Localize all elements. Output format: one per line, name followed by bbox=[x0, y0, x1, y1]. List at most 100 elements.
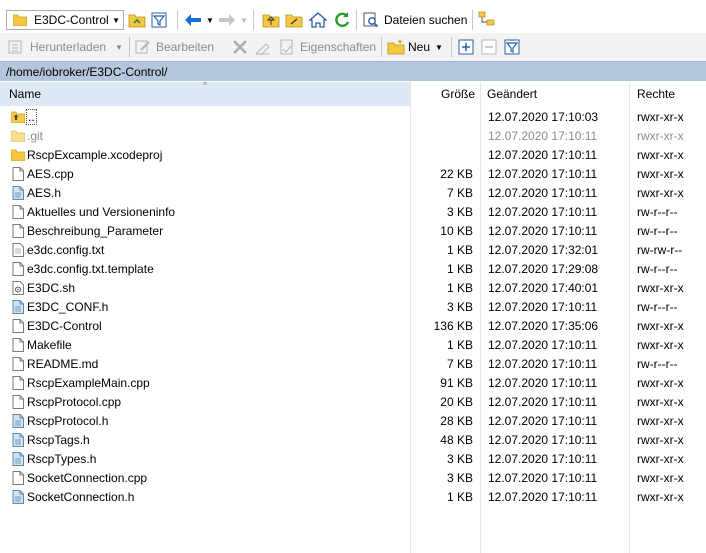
new-folder-icon bbox=[387, 38, 405, 56]
file-rights: rwxr-xr-x bbox=[637, 489, 684, 504]
file-rights: rw-rw-r-- bbox=[637, 242, 683, 257]
file-name-cell: Beschreibung_Parameter bbox=[10, 221, 163, 240]
file-row[interactable]: Aktuelles und Versioneninfo 3 KB 12.07.202… bbox=[0, 202, 706, 221]
folder-icon bbox=[11, 11, 29, 29]
new-button[interactable]: Neu ▼ bbox=[387, 36, 443, 58]
file-name-cell: e3dc.config.txt bbox=[10, 240, 104, 259]
file-rights: rwxr-xr-x bbox=[637, 109, 684, 124]
tree-view-icon[interactable] bbox=[478, 9, 496, 31]
edit-label: Bearbeiten bbox=[156, 40, 215, 54]
file-rights: rw-r--r-- bbox=[637, 223, 678, 238]
refresh-icon[interactable] bbox=[333, 9, 351, 31]
file-row[interactable]: SocketConnection.h 1 KB 12.07.2020 17:10:1… bbox=[0, 487, 706, 506]
file-row[interactable]: AES.h 7 KB 12.07.2020 17:10:11 rwxr-xr-x bbox=[0, 183, 706, 202]
find-files-button[interactable]: Dateien suchen bbox=[362, 9, 467, 31]
file-modified: 12.07.2020 17:10:11 bbox=[488, 299, 598, 314]
file-rights: rw-r--r-- bbox=[637, 261, 678, 276]
file-name-cell: Aktuelles und Versioneninfo bbox=[10, 202, 175, 221]
file-size: 91 KB bbox=[440, 375, 473, 390]
deselect-icon[interactable] bbox=[481, 36, 497, 58]
location-dropdown[interactable]: E3DC-Control ▼ bbox=[6, 10, 124, 30]
file-row[interactable]: E3DC.sh 1 KB 12.07.2020 17:40:01 rwxr-xr-x bbox=[0, 278, 706, 297]
file-size: 1 KB bbox=[446, 261, 473, 276]
file-name: RscpProtocol.h bbox=[27, 413, 109, 428]
back-arrow-icon[interactable] bbox=[184, 9, 202, 31]
file-modified: 12.07.2020 17:29:08 bbox=[488, 261, 599, 276]
column-modified-header[interactable]: Geändert bbox=[481, 82, 629, 106]
file-rights: rwxr-xr-x bbox=[637, 280, 684, 295]
file-name: RscpExampleMain.cpp bbox=[27, 375, 150, 390]
file-rights: rwxr-xr-x bbox=[637, 128, 684, 143]
file-name: Aktuelles und Versioneninfo bbox=[27, 204, 176, 219]
file-rights: rwxr-xr-x bbox=[637, 394, 684, 409]
file-row[interactable]: E3DC-Control 136 KB 12.07.2020 17:35:06 rwx… bbox=[0, 316, 706, 335]
action-toolbar: Herunterladen ▼ Bearbeiten Eigenschaften… bbox=[0, 33, 706, 61]
file-row[interactable]: RscpProtocol.h 28 KB 12.07.2020 17:10:11 rw… bbox=[0, 411, 706, 430]
properties-button[interactable]: Eigenschaften bbox=[278, 36, 376, 58]
file-modified: 12.07.2020 17:10:11 bbox=[488, 337, 598, 352]
file-row[interactable]: RscpExcample.xcodeproj 12.07.2020 17:10:1… bbox=[0, 145, 706, 164]
file-size: 3 KB bbox=[446, 204, 473, 219]
folder-sync-icon[interactable] bbox=[128, 9, 146, 31]
file-rights: rwxr-xr-x bbox=[637, 432, 684, 447]
file-name-cell: SocketConnection.h bbox=[10, 487, 134, 506]
header-file-icon bbox=[10, 185, 26, 201]
file-rights: rwxr-xr-x bbox=[637, 337, 684, 352]
file-row[interactable]: RscpTags.h 48 KB 12.07.2020 17:10:11 rwxr-x… bbox=[0, 430, 706, 449]
file-name: e3dc.config.txt.template bbox=[27, 261, 154, 276]
file-name-cell: README.md bbox=[10, 354, 98, 373]
chevron-down-icon: ▼ bbox=[435, 42, 443, 52]
file-row[interactable]: AES.cpp 22 KB 12.07.2020 17:10:11 rwxr-xr-x bbox=[0, 164, 706, 183]
download-button[interactable]: Herunterladen ▼ bbox=[6, 36, 123, 58]
file-modified: 12.07.2020 17:10:11 bbox=[488, 489, 598, 504]
rename-icon[interactable] bbox=[255, 36, 271, 58]
toolbar-separator bbox=[177, 10, 178, 30]
path-bar[interactable]: /home/iobroker/E3DC-Control/ bbox=[0, 61, 706, 81]
file-size: 22 KB bbox=[440, 166, 473, 181]
file-row[interactable]: SocketConnection.cpp 3 KB 12.07.2020 17:10… bbox=[0, 468, 706, 487]
file-icon bbox=[10, 204, 26, 220]
home-icon[interactable] bbox=[309, 9, 327, 31]
file-modified: 12.07.2020 17:32:01 bbox=[488, 242, 599, 257]
filter-icon[interactable] bbox=[151, 9, 167, 31]
file-row[interactable]: e3dc.config.txt.template 1 KB 12.07.2020 1… bbox=[0, 259, 706, 278]
column-modified-label: Geändert bbox=[487, 87, 538, 101]
download-icon bbox=[6, 38, 24, 56]
toolbar-separator bbox=[451, 37, 452, 57]
file-row[interactable]: Makefile 1 KB 12.07.2020 17:10:11 rwxr-xr-x bbox=[0, 335, 706, 354]
file-name-cell: SocketConnection.cpp bbox=[10, 468, 147, 487]
select-all-icon[interactable] bbox=[458, 36, 474, 58]
filter-mask-icon[interactable] bbox=[504, 36, 520, 58]
file-name: Beschreibung_Parameter bbox=[27, 223, 164, 238]
file-icon bbox=[10, 337, 26, 353]
back-dropdown-icon[interactable]: ▼ bbox=[206, 9, 214, 31]
column-rights-header[interactable]: Rechte bbox=[630, 82, 706, 106]
file-row[interactable]: .. 12.07.2020 17:10:03 rwxr-xr-x bbox=[0, 107, 706, 126]
download-label: Herunterladen bbox=[30, 40, 107, 54]
file-row[interactable]: e3dc.config.txt 1 KB 12.07.2020 17:32:01 rw… bbox=[0, 240, 706, 259]
file-size bbox=[411, 107, 473, 126]
file-name-cell: RscpTags.h bbox=[10, 430, 90, 449]
edit-button[interactable]: Bearbeiten bbox=[134, 36, 214, 58]
file-row[interactable]: RscpExampleMain.cpp 91 KB 12.07.2020 17:10… bbox=[0, 373, 706, 392]
file-row[interactable]: README.md 7 KB 12.07.2020 17:10:11 rw-r--r-… bbox=[0, 354, 706, 373]
delete-icon[interactable] bbox=[232, 36, 248, 58]
forward-dropdown-icon[interactable]: ▼ bbox=[240, 9, 248, 31]
file-row[interactable]: .git 12.07.2020 17:10:11 rwxr-xr-x bbox=[0, 126, 706, 145]
file-modified: 12.07.2020 17:10:11 bbox=[488, 432, 598, 447]
file-row[interactable]: RscpProtocol.cpp 20 KB 12.07.2020 17:10:11… bbox=[0, 392, 706, 411]
forward-arrow-icon[interactable] bbox=[218, 9, 236, 31]
file-modified: 12.07.2020 17:10:11 bbox=[488, 185, 598, 200]
file-rights: rwxr-xr-x bbox=[637, 451, 684, 466]
root-folder-icon[interactable] bbox=[285, 9, 303, 31]
file-size bbox=[411, 126, 473, 145]
file-size: 7 KB bbox=[446, 185, 473, 200]
file-row[interactable]: E3DC_CONF.h 3 KB 12.07.2020 17:10:11 rw-r--… bbox=[0, 297, 706, 316]
column-name-header[interactable]: Name ^ bbox=[0, 80, 410, 106]
column-size-header[interactable]: Größe bbox=[411, 82, 479, 106]
main-toolbar: E3DC-Control ▼ ▼ ▼ Dateien suchen bbox=[0, 5, 706, 35]
file-row[interactable]: Beschreibung_Parameter 10 KB 12.07.2020 17… bbox=[0, 221, 706, 240]
parent-folder-icon[interactable] bbox=[262, 9, 280, 31]
file-row[interactable]: RscpTypes.h 3 KB 12.07.2020 17:10:11 rwxr-x… bbox=[0, 449, 706, 468]
file-name: AES.h bbox=[27, 185, 62, 200]
